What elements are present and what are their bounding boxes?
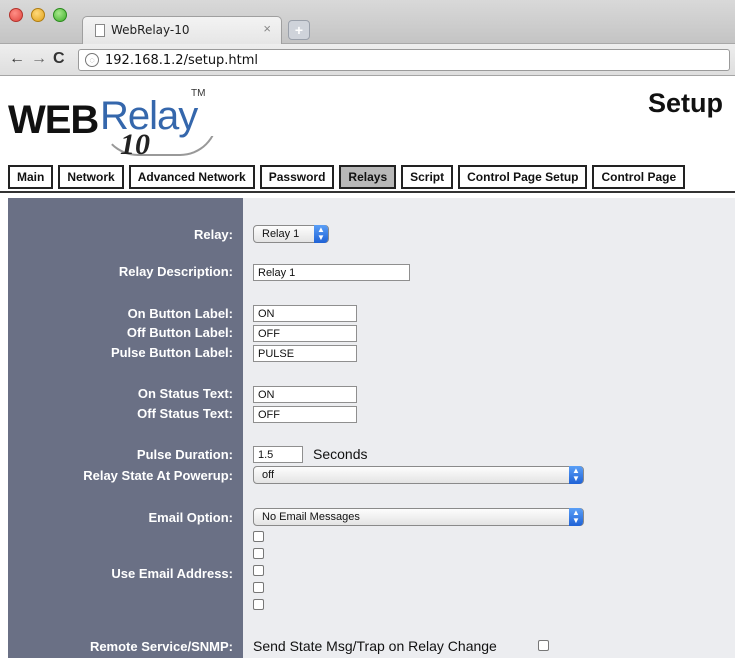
menu-main[interactable]: Main xyxy=(8,165,54,189)
powerup-state-select[interactable]: off ▲ ▼ xyxy=(253,466,584,484)
relay-description-label: Relay Description: xyxy=(118,264,233,279)
email-address-4-checkbox[interactable] xyxy=(253,582,264,593)
new-tab-button[interactable]: + xyxy=(288,20,310,40)
tab-title: WebRelay-10 xyxy=(111,23,190,37)
on-button-label-label: On Button Label: xyxy=(127,306,233,321)
reload-icon[interactable]: C xyxy=(53,50,65,68)
pulse-duration-unit: Seconds xyxy=(313,446,368,462)
main-menu: Main Network Advanced Network Password R… xyxy=(8,165,686,189)
logo-trademark: TM xyxy=(191,88,206,99)
page-title: Setup xyxy=(647,88,723,118)
menu-relays[interactable]: Relays xyxy=(339,165,397,189)
off-status-text-field[interactable]: OFF xyxy=(253,406,357,423)
email-address-5-checkbox[interactable] xyxy=(253,599,264,610)
off-button-label-field[interactable]: OFF xyxy=(253,325,357,342)
webrelay-logo: WEB Relay TM 10 xyxy=(8,88,228,166)
logo-web-text: WEB xyxy=(8,98,99,142)
email-option-select[interactable]: No Email Messages ▲ ▼ xyxy=(253,508,584,526)
pulse-duration-label: Pulse Duration: xyxy=(136,447,233,462)
close-window-button[interactable] xyxy=(9,8,23,22)
select-arrows-icon: ▲ ▼ xyxy=(569,508,583,526)
remote-service-text: Send State Msg/Trap on Relay Change xyxy=(253,638,497,654)
back-arrow-icon[interactable]: ← xyxy=(9,50,25,68)
select-arrows-icon: ▲ ▼ xyxy=(569,466,583,484)
email-address-3-checkbox[interactable] xyxy=(253,565,264,576)
pulse-duration-field[interactable]: 1.5 xyxy=(253,446,303,463)
on-button-label-field[interactable]: ON xyxy=(253,305,357,322)
logo-swoosh xyxy=(100,118,218,156)
relay-label: Relay: xyxy=(193,227,233,242)
off-button-label-label: Off Button Label: xyxy=(126,325,233,340)
menu-network[interactable]: Network xyxy=(58,165,124,189)
select-arrows-icon: ▲ ▼ xyxy=(314,225,328,243)
remote-service-checkbox[interactable] xyxy=(538,640,549,651)
menu-control-page[interactable]: Control Page xyxy=(592,165,686,189)
forward-arrow-icon[interactable]: → xyxy=(31,50,47,68)
menu-control-page-setup[interactable]: Control Page Setup xyxy=(458,165,588,189)
browser-toolbar: ← → C ◌ 192.168.1.2/setup.html xyxy=(0,44,735,76)
email-address-2-checkbox[interactable] xyxy=(253,548,264,559)
remote-service-label: Remote Service/SNMP: xyxy=(89,639,233,654)
relay-select-value: Relay 1 xyxy=(262,228,300,240)
menu-advanced-network[interactable]: Advanced Network xyxy=(128,165,255,189)
pulse-button-label-field[interactable]: PULSE xyxy=(253,345,357,362)
address-bar[interactable]: ◌ 192.168.1.2/setup.html xyxy=(78,49,730,71)
minimize-window-button[interactable] xyxy=(31,8,45,22)
url-text: 192.168.1.2/setup.html xyxy=(105,53,259,68)
relay-description-field[interactable]: Relay 1 xyxy=(253,264,410,281)
powerup-state-label: Relay State At Powerup: xyxy=(83,468,233,483)
menu-script[interactable]: Script xyxy=(401,165,454,189)
use-email-address-label: Use Email Address: xyxy=(111,566,233,581)
relay-select[interactable]: Relay 1 ▲ ▼ xyxy=(253,225,329,243)
pulse-button-label-label: Pulse Button Label: xyxy=(110,345,233,360)
header-divider xyxy=(0,191,735,193)
email-option-label: Email Option: xyxy=(148,510,234,525)
globe-icon: ◌ xyxy=(85,53,99,67)
powerup-state-value: off xyxy=(262,469,275,481)
email-option-value: No Email Messages xyxy=(262,511,360,523)
off-status-text-label: Off Status Text: xyxy=(137,406,233,421)
logo-model-number: 10 xyxy=(120,128,150,161)
zoom-window-button[interactable] xyxy=(53,8,67,22)
email-address-1-checkbox[interactable] xyxy=(253,531,264,542)
browser-tab[interactable]: WebRelay-10 × xyxy=(82,16,282,44)
browser-titlebar: WebRelay-10 × + xyxy=(0,0,735,44)
tab-close-icon[interactable]: × xyxy=(263,21,271,36)
on-status-text-label: On Status Text: xyxy=(137,386,233,401)
on-status-text-field[interactable]: ON xyxy=(253,386,357,403)
menu-password[interactable]: Password xyxy=(259,165,335,189)
document-icon xyxy=(95,24,105,37)
